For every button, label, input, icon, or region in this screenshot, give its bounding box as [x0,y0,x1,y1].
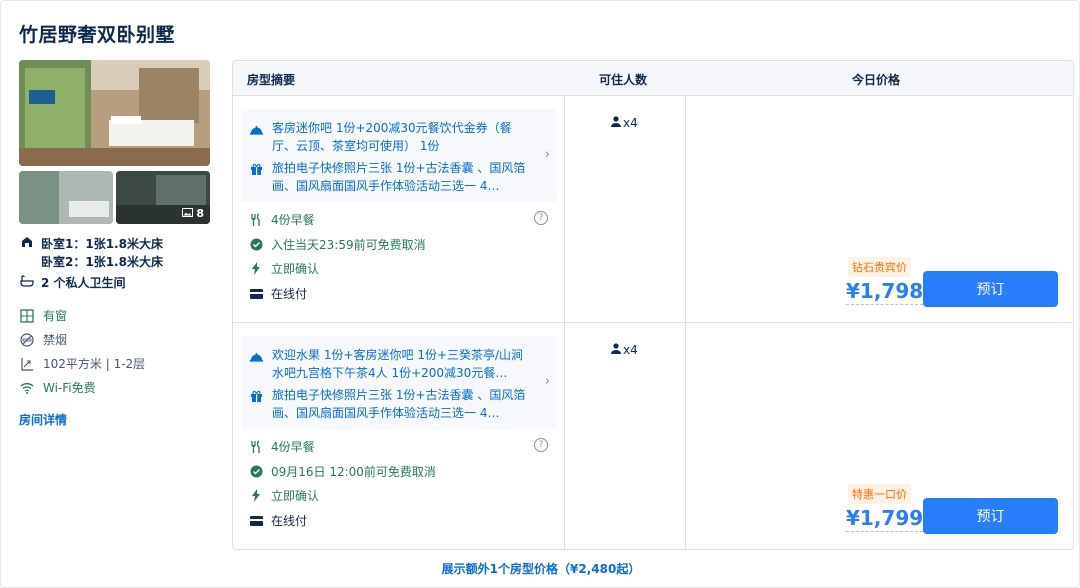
rate-table: 房型摘要 可住人数 今日价格 客房迷你吧 1份+200减30元餐饮代金券（餐厅、… [232,60,1074,550]
instant-confirm: 立即确认 [249,487,319,504]
price-value[interactable]: ¥1,798 [846,279,924,305]
amenity-area: 102平方米 | 1-2层 [19,355,145,372]
bathroom-info: 2 个私人卫生间 [19,274,126,291]
divider [685,96,686,322]
breakfast-info: 4份早餐 [249,211,315,228]
header-occupancy: 可住人数 [599,73,648,87]
package-item: 旅拍电子快修照片三张 1份+古法香囊 、国风箔画、国风扇面国风手作体验活动三选一… [250,159,535,195]
price-badge: 特惠一口价 [848,484,911,504]
bed-info: 卧室1：1张1.8米大床 卧室2：1张1.8米大床 [19,235,163,271]
cancel-policy[interactable]: 入住当天23:59前可免费取消 [249,236,426,253]
amenity-label: 禁烟 [43,333,68,347]
help-icon[interactable]: ? [534,438,548,452]
occupancy: x4 [611,343,638,357]
payment-method: 在线付 [249,512,307,529]
gift-icon [250,386,264,422]
divider [564,96,565,322]
package-item: 客房迷你吧 1份+200减30元餐饮代金券（餐厅、云顶、茶室均可使用） 1份 [250,119,535,155]
person-icon [611,343,621,357]
confirm-label: 立即确认 [271,262,320,276]
help-icon[interactable]: ? [534,211,548,225]
photo-count: 8 [182,207,204,220]
amenity-no-smoking: 禁烟 [19,331,67,348]
instant-confirm: 立即确认 [249,260,319,277]
divider [564,323,565,549]
amenity-wifi: Wi-Fi免费 [19,379,96,396]
payment-label: 在线付 [271,514,308,528]
package-item: 欢迎水果 1份+客房迷你吧 1份+三癸茶亭/山涧水吧九宫格下午茶4人 1份+20… [250,346,535,382]
breakfast-info: 4份早餐 [249,438,315,455]
divider [685,323,686,549]
breakfast-label: 4份早餐 [271,440,315,454]
book-button[interactable]: 预订 [923,498,1058,534]
cancel-label: 入住当天23:59前可免费取消 [271,238,426,252]
chevron-right-icon: › [544,147,550,162]
bed-line-1: 卧室1：1张1.8米大床 [41,237,163,251]
no-smoking-icon [19,332,35,347]
table-header: 房型摘要 可住人数 今日价格 [233,61,1073,96]
package-text: 客房迷你吧 1份+200减30元餐饮代金券（餐厅、云顶、茶室均可使用） 1份 [272,121,512,153]
cancel-label: 09月16日 12:00前可免费取消 [271,465,436,479]
table-row: 客房迷你吧 1份+200减30元餐饮代金券（餐厅、云顶、茶室均可使用） 1份 旅… [233,96,1073,323]
breakfast-label: 4份早餐 [271,213,315,227]
cutlery-icon [249,213,263,226]
package-box[interactable]: 客房迷你吧 1份+200减30元餐饮代金券（餐厅、云顶、茶室均可使用） 1份 旅… [241,109,557,202]
package-text: 旅拍电子快修照片三张 1份+古法香囊 、国风箔画、国风扇面国风手作体验活动三选一… [272,161,526,193]
package-box[interactable]: 欢迎水果 1份+客房迷你吧 1份+三癸茶亭/山涧水吧九宫格下午茶4人 1份+20… [241,336,557,429]
gift-icon [250,159,264,195]
room-title: 竹居野奢双卧别墅 [19,24,176,46]
bed-icon [19,235,35,249]
bathtub-icon [19,274,35,288]
chevron-right-icon: › [544,374,550,389]
price-badge: 钻石贵宾价 [848,257,911,277]
wifi-icon [19,382,35,394]
payment-method: 在线付 [249,285,307,302]
lightning-icon [249,489,263,502]
table-row: 欢迎水果 1份+客房迷你吧 1份+三癸茶亭/山涧水吧九宫格下午茶4人 1份+20… [233,323,1073,549]
confirm-label: 立即确认 [271,489,320,503]
show-more-rates-link[interactable]: 展示额外1个房型价格（¥2,480起） [1,560,1080,577]
amenity-label: 有窗 [43,309,68,323]
room-detail-link[interactable]: 房间详情 [19,411,67,428]
amenity-label: Wi-Fi免费 [43,381,96,395]
dining-cloche-icon [250,346,264,382]
dining-cloche-icon [250,119,264,155]
credit-card-icon [249,288,263,299]
check-circle-icon [249,465,263,478]
occupancy-value: x4 [623,116,638,130]
cancel-policy[interactable]: 09月16日 12:00前可免费取消 [249,463,436,480]
header-price: 今日价格 [852,73,901,87]
bathroom-label: 2 个私人卫生间 [41,276,126,290]
photo-count-value: 8 [196,207,204,220]
price-value[interactable]: ¥1,799 [846,506,924,532]
check-circle-icon [249,238,263,251]
header-summary: 房型摘要 [247,73,296,87]
bed-line-2: 卧室2：1张1.8米大床 [41,255,163,269]
package-text: 欢迎水果 1份+客房迷你吧 1份+三癸茶亭/山涧水吧九宫格下午茶4人 1份+20… [272,348,524,380]
package-item: 旅拍电子快修照片三张 1份+古法香囊 、国风箔画、国风扇面国风手作体验活动三选一… [250,386,535,422]
person-icon [611,116,621,130]
image-icon [182,207,194,220]
cutlery-icon [249,440,263,453]
amenity-label: 102平方米 | 1-2层 [43,357,146,371]
room-main-photo[interactable] [19,60,210,166]
payment-label: 在线付 [271,287,308,301]
package-text: 旅拍电子快修照片三张 1份+古法香囊 、国风箔画、国风扇面国风手作体验活动三选一… [272,388,526,420]
lightning-icon [249,262,263,275]
occupancy: x4 [611,116,638,130]
room-thumb-photo[interactable] [19,171,113,224]
area-icon [19,357,35,371]
book-button[interactable]: 预订 [923,271,1058,307]
credit-card-icon [249,515,263,526]
window-icon [19,308,35,323]
room-card: 竹居野奢双卧别墅 8 卧室1：1张1.8米大床 卧室2：1张1.8米大床 2 个… [0,0,1080,588]
amenity-window: 有窗 [19,307,67,324]
room-thumb-photo-more[interactable]: 8 [116,171,210,224]
occupancy-value: x4 [623,343,638,357]
